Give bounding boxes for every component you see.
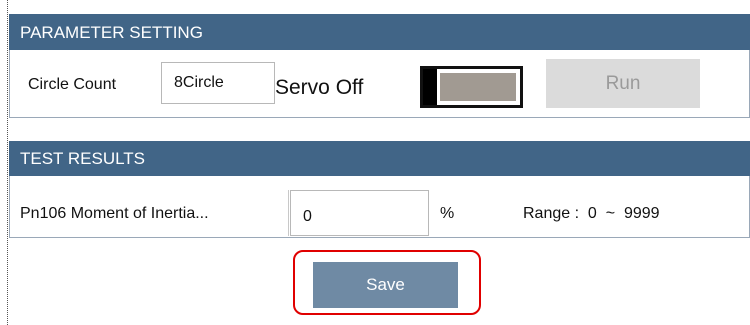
servo-toggle[interactable]: [420, 66, 523, 108]
servo-toggle-knob: [423, 69, 437, 105]
servo-toggle-track: [440, 73, 516, 101]
unit-label: %: [440, 205, 455, 222]
servo-status-label: Servo Off: [275, 76, 364, 99]
parameter-setting-title: PARAMETER SETTING: [20, 22, 203, 42]
save-button[interactable]: Save: [313, 262, 458, 308]
run-button[interactable]: Run: [546, 59, 700, 108]
circle-count-label: Circle Count: [28, 76, 117, 93]
test-results-title: TEST RESULTS: [20, 149, 146, 168]
left-dotted-border: [7, 0, 8, 325]
parameter-setting-header: PARAMETER SETTING: [9, 14, 750, 50]
test-results-header: TEST RESULTS: [9, 141, 750, 176]
parameter-value-input[interactable]: [290, 190, 429, 236]
parameter-name-label: Pn106 Moment of Inertia...: [20, 205, 209, 222]
circle-count-input[interactable]: [161, 62, 275, 104]
range-label: Range : 0 ~ 9999: [523, 205, 660, 222]
